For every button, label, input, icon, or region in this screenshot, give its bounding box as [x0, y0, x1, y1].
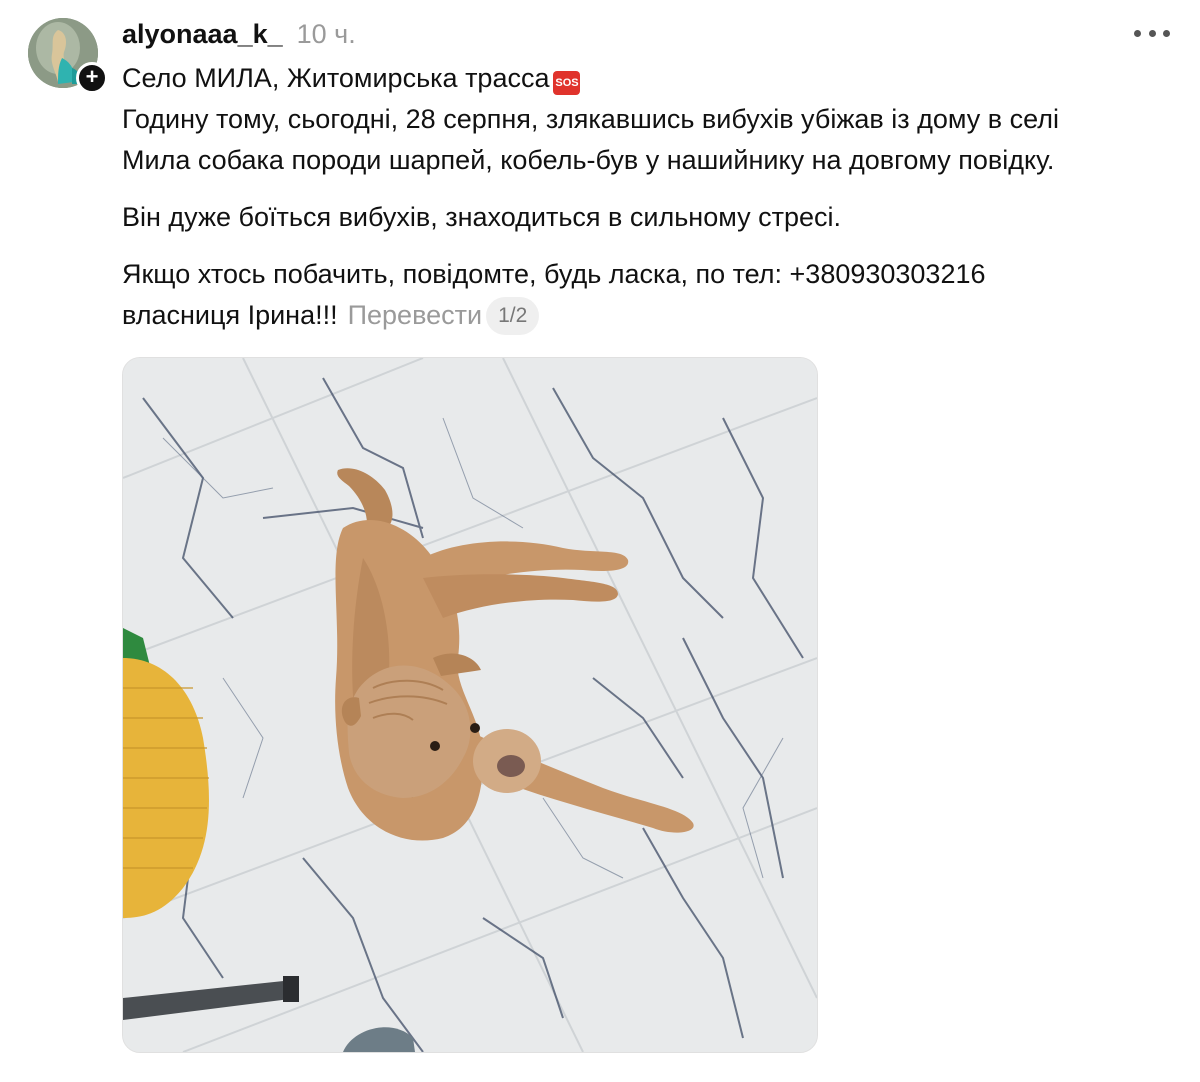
post-line-1-text: Село МИЛА, Житомирська трасса	[122, 63, 550, 93]
ellipsis-icon	[1163, 30, 1170, 37]
post-line-1: Село МИЛА, Житомирська трасса SOS	[122, 58, 1182, 99]
media-counter-badge: 1/2	[486, 297, 540, 335]
ellipsis-icon	[1134, 30, 1141, 37]
ellipsis-icon	[1148, 30, 1156, 37]
follow-button[interactable]: +	[76, 62, 108, 94]
post-line-3: Мила собака породи шарпей, кобель-був у …	[122, 145, 1055, 175]
avatar-container[interactable]: +	[28, 18, 108, 94]
thread-post: + alyonaaa_k_ 10 ч. Село МИЛА, Житомирсь…	[0, 0, 1200, 1082]
post-header: alyonaaa_k_ 10 ч.	[122, 14, 356, 54]
post-line-6-text: власниця Ірина!!!	[122, 300, 338, 330]
more-options-button[interactable]	[1134, 30, 1170, 40]
post-text: Село МИЛА, Житомирська трасса SOS Годину …	[122, 58, 1182, 336]
sos-emoji-icon: SOS	[553, 71, 581, 95]
post-line-6: власниця Ірина!!! Перевести 1/2	[122, 295, 1182, 336]
username-link[interactable]: alyonaaa_k_	[122, 19, 283, 50]
post-line-2: Годину тому, сьогодні, 28 серпня, злякав…	[122, 104, 1059, 134]
post-timestamp[interactable]: 10 ч.	[297, 19, 356, 50]
post-line-5: Якщо хтось побачить, повідомте, будь лас…	[122, 259, 986, 289]
dog-photo-image	[123, 358, 817, 1052]
post-line-4: Він дуже боїться вибухів, знаходиться в …	[122, 202, 841, 232]
translate-link[interactable]: Перевести	[348, 300, 482, 330]
post-photo[interactable]	[122, 357, 818, 1053]
plus-icon: +	[85, 64, 99, 89]
